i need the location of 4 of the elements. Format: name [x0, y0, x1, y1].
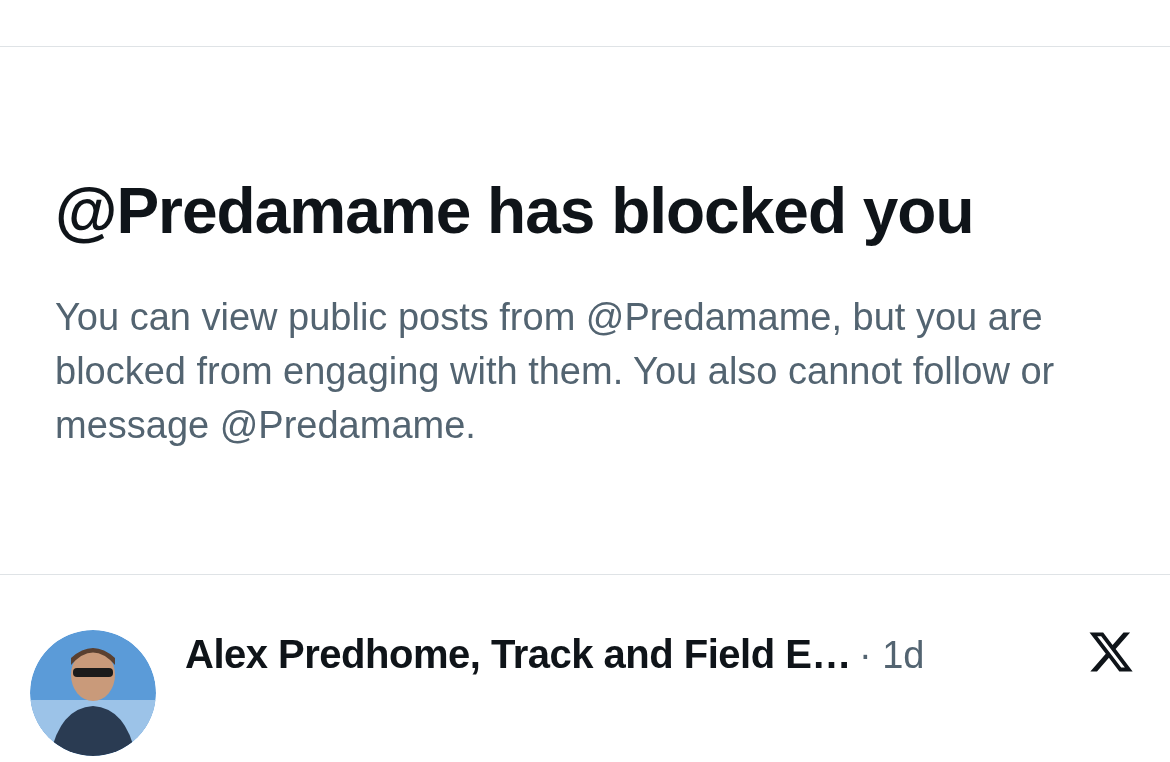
author-name[interactable]: Alex Predhome, Track and Field E… — [185, 630, 851, 678]
blocked-message: You can view public posts from @Predamame, but you are blocked from engaging with them. You also cannot follow or message @Predamame. — [55, 295, 1056, 448]
post-time: · 1d — [858, 633, 925, 678]
blocked-heading: @Predamame has blocked you — [55, 174, 975, 249]
